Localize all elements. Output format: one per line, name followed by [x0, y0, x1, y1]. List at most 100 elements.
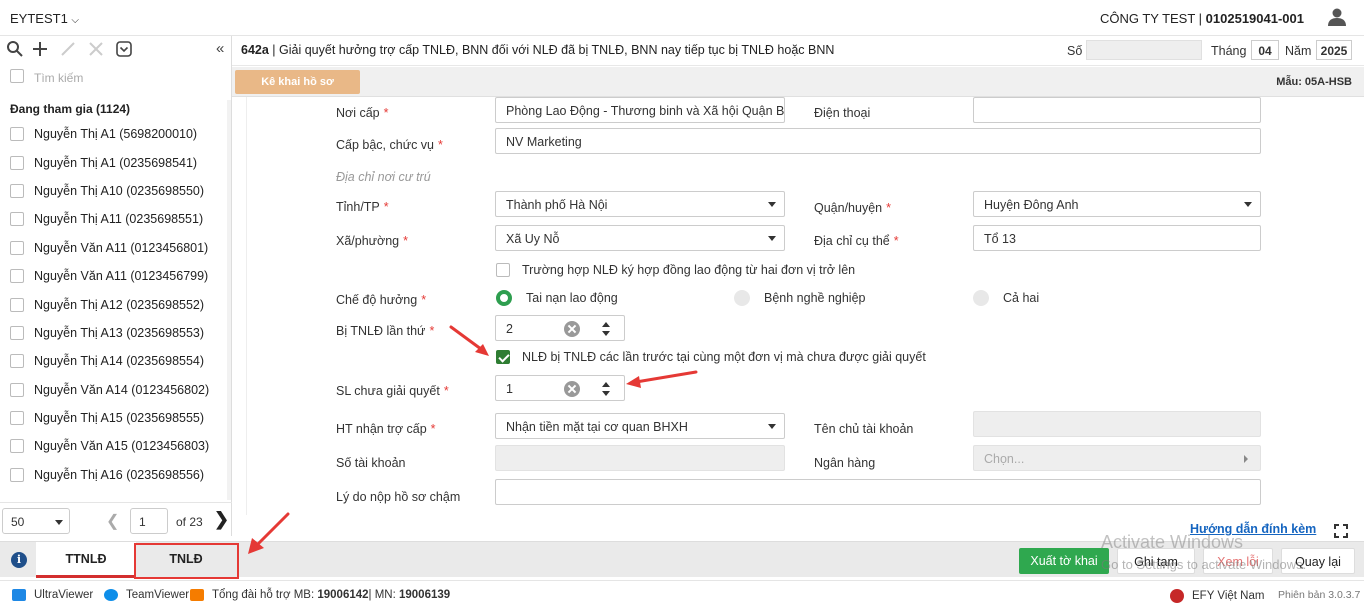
clear-icon[interactable]	[564, 381, 580, 397]
tinh-label: Tỉnh/TP *	[336, 200, 389, 214]
next-page-icon[interactable]: ❯	[214, 509, 229, 530]
list-item-checkbox[interactable]	[10, 325, 24, 340]
search-icon[interactable]	[6, 40, 24, 58]
ht-nhan-select[interactable]: Nhận tiền mặt tại cơ quan BHXH	[495, 413, 785, 439]
list-item[interactable]: Nguyễn Thị A1 (0235698541)	[0, 148, 230, 176]
radio-selected-icon[interactable]	[496, 290, 512, 306]
list-item[interactable]: Nguyễn Thị A16 (0235698556)	[0, 461, 230, 489]
radio-icon[interactable]	[734, 290, 750, 306]
list-item[interactable]: Nguyễn Thị A13 (0235698553)	[0, 319, 230, 347]
list-item[interactable]: Nguyễn Văn A11 (0123456799)	[0, 262, 230, 290]
ngan-hang-select[interactable]: Chọn...	[973, 445, 1261, 471]
group-label: Đang tham gia (1124)	[10, 102, 131, 116]
prev-page-icon[interactable]: ❮	[106, 511, 119, 531]
bi-tnld-label: Bị TNLĐ lần thứ *	[336, 324, 435, 338]
hai-don-vi-checkbox[interactable]	[496, 263, 510, 277]
company-tax-code: 0102519041-001	[1205, 11, 1304, 26]
dien-thoai-input[interactable]	[973, 97, 1261, 123]
tinh-select[interactable]: Thành phố Hà Nội	[495, 191, 785, 217]
list-item[interactable]: Nguyễn Thị A10 (0235698550)	[0, 177, 230, 205]
export-button[interactable]: Xuất tờ khai	[1019, 548, 1109, 574]
thang-field[interactable]: 04	[1251, 40, 1279, 60]
xa-select[interactable]: Xã Uy Nỗ	[495, 225, 785, 251]
ke-khai-button[interactable]: Kê khai hồ sơ	[235, 70, 360, 94]
app-switcher[interactable]: EYTEST1 ⌵	[10, 11, 79, 26]
sl-chua-stepper[interactable]: 1	[495, 375, 625, 401]
dropdown-menu-icon[interactable]	[115, 40, 133, 58]
list-item-checkbox[interactable]	[10, 467, 24, 482]
bi-tnld-stepper[interactable]: 2	[495, 315, 625, 341]
quan-select[interactable]: Huyện Đông Anh	[973, 191, 1261, 217]
list-item-checkbox[interactable]	[10, 240, 24, 255]
teamviewer-icon	[104, 589, 118, 601]
top-bar: EYTEST1 ⌵ CÔNG TY TEST | 0102519041-001	[0, 0, 1364, 36]
decrement-icon[interactable]	[602, 331, 610, 336]
list-item-checkbox[interactable]	[10, 269, 24, 284]
delete-icon[interactable]	[87, 40, 105, 58]
list-item-checkbox[interactable]	[10, 382, 24, 397]
list-item[interactable]: Nguyễn Văn A15 (0123456803)	[0, 432, 230, 460]
edit-icon[interactable]	[59, 40, 77, 58]
ten-chu-tk-input[interactable]	[973, 411, 1261, 437]
cung-don-vi-checkbox[interactable]	[496, 350, 510, 364]
info-icon[interactable]: i	[11, 552, 27, 568]
list-item[interactable]: Nguyễn Thị A15 (0235698555)	[0, 404, 230, 432]
increment-icon[interactable]	[602, 382, 610, 387]
company-name: CÔNG TY TEST	[1099, 11, 1196, 26]
list-item[interactable]: Nguyễn Văn A11 (0123456801)	[0, 234, 230, 262]
list-item-checkbox[interactable]	[10, 127, 24, 142]
ly-do-input[interactable]	[495, 479, 1261, 505]
list-item[interactable]: Nguyễn Thị A1 (5698200010)	[0, 120, 230, 148]
annotation-arrow-icon	[626, 370, 698, 388]
so-field[interactable]	[1086, 40, 1202, 60]
sidebar-search[interactable]: Tìm kiếm	[10, 68, 220, 88]
search-input[interactable]: Tìm kiếm	[34, 71, 83, 85]
ht-nhan-label: HT nhận trợ cấp *	[336, 422, 436, 436]
cap-bac-input[interactable]: NV Marketing	[495, 128, 1261, 154]
dien-thoai-label: Điện thoại	[814, 106, 871, 120]
ultraviewer-label: UltraViewer	[34, 589, 94, 601]
list-item[interactable]: Nguyễn Thị A12 (0235698552)	[0, 290, 230, 318]
list-item-checkbox[interactable]	[10, 297, 24, 312]
employee-sidebar: « Tìm kiếm Đang tham gia (1124) Nguyễn T…	[0, 36, 232, 536]
list-item-checkbox[interactable]	[10, 212, 24, 227]
hai-don-vi-option[interactable]: Trường hợp NLĐ ký hợp đồng lao động từ h…	[496, 263, 855, 277]
add-icon[interactable]	[31, 40, 49, 58]
tab-ttnld[interactable]: TTNLĐ	[36, 542, 136, 578]
page-number-input[interactable]: 1	[130, 508, 168, 534]
list-item[interactable]: Nguyễn Thị A11 (0235698551)	[0, 205, 230, 233]
decrement-icon[interactable]	[602, 391, 610, 396]
nam-field[interactable]: 2025	[1316, 40, 1352, 60]
cung-don-vi-label: NLĐ bị TNLĐ các lần trước tại cùng một đ…	[522, 350, 926, 364]
radio-icon[interactable]	[973, 290, 989, 306]
sidebar-scrollbar[interactable]	[227, 100, 231, 500]
efy-brand: EFY Việt Nam	[1170, 589, 1264, 603]
dia-chi-cu-the-input[interactable]: Tổ 13	[973, 225, 1261, 251]
fullscreen-icon[interactable]	[1334, 524, 1348, 538]
collapse-sidebar-icon[interactable]: «	[216, 40, 224, 57]
page-size-select[interactable]: 50	[2, 508, 70, 534]
list-item-checkbox[interactable]	[10, 354, 24, 369]
so-tk-input[interactable]	[495, 445, 785, 471]
list-item-checkbox[interactable]	[10, 183, 24, 198]
radio-tai-nan[interactable]: Tai nạn lao động	[496, 290, 618, 306]
cung-don-vi-option[interactable]: NLĐ bị TNLĐ các lần trước tại cùng một đ…	[496, 350, 926, 364]
list-item-checkbox[interactable]	[10, 155, 24, 170]
list-item[interactable]: Nguyễn Văn A14 (0123456802)	[0, 376, 230, 404]
user-icon[interactable]	[1326, 6, 1348, 28]
teamviewer-link[interactable]: TeamViewer	[104, 589, 189, 601]
increment-icon[interactable]	[602, 322, 610, 327]
radio-benh-nghe[interactable]: Bệnh nghề nghiệp	[734, 290, 865, 306]
phone-icon	[190, 589, 204, 601]
list-item-checkbox[interactable]	[10, 439, 24, 454]
form-body: Nơi cấp * Phòng Lao Động - Thương binh và…	[246, 97, 1338, 515]
select-all-checkbox[interactable]	[10, 68, 24, 83]
list-item-checkbox[interactable]	[10, 411, 24, 426]
bi-tnld-label-text: Bị TNLĐ lần thứ	[336, 324, 426, 338]
clear-icon[interactable]	[564, 321, 580, 337]
noi-cap-input[interactable]: Phòng Lao Động - Thương binh và Xã hội Q…	[495, 97, 785, 123]
list-item[interactable]: Nguyễn Thị A14 (0235698554)	[0, 347, 230, 375]
radio-ca-hai-label: Cả hai	[1003, 291, 1040, 305]
ultraviewer-link[interactable]: UltraViewer	[12, 589, 93, 601]
radio-ca-hai[interactable]: Cả hai	[973, 290, 1039, 306]
